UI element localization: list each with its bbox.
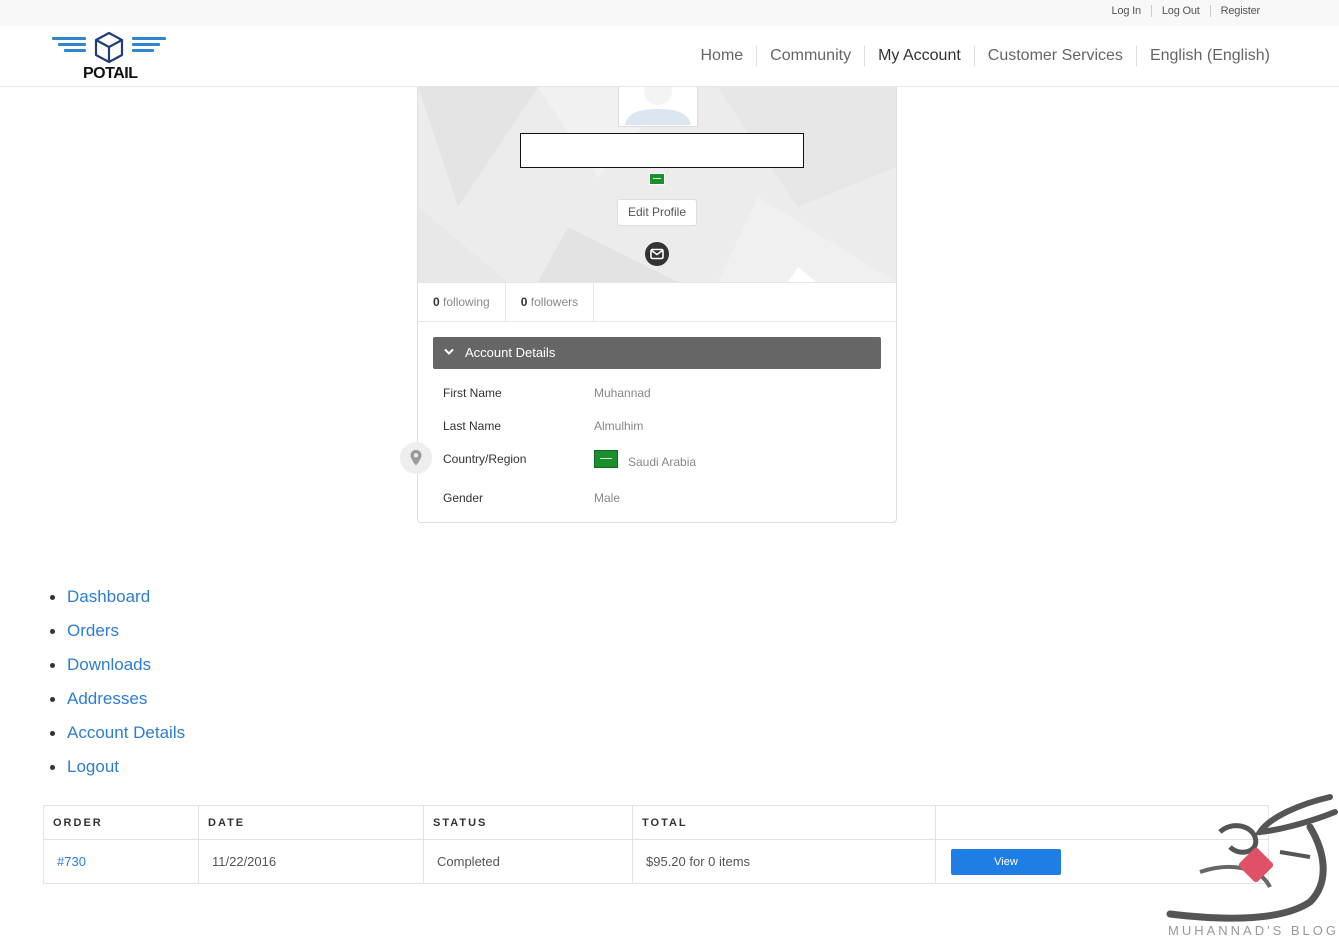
saudi-flag-icon (649, 173, 665, 185)
order-date: 11/22/2016 (198, 839, 424, 884)
nav-home[interactable]: Home (687, 46, 756, 66)
account-navigation: Dashboard Orders Downloads Addresses Acc… (50, 587, 185, 791)
list-item: Orders (50, 621, 185, 655)
field-last-name: Last Name Almulhim (443, 419, 644, 433)
field-country: Country/Region Saudi Arabia (443, 450, 697, 469)
login-link[interactable]: Log In (1101, 5, 1150, 17)
follow-stats: 0 following 0 followers (418, 282, 896, 322)
watermark-text: MUHANNAD'S BLOG (1168, 923, 1339, 937)
order-number-cell: #730 (43, 839, 199, 884)
site-logo[interactable]: POTAIL (50, 31, 168, 83)
nav-customer-services[interactable]: Customer Services (973, 46, 1136, 66)
envelope-icon[interactable] (645, 242, 669, 266)
field-gender: Gender Male (443, 491, 621, 505)
view-order-button[interactable]: View (951, 848, 1061, 875)
user-placeholder-icon (625, 87, 691, 125)
nav-community[interactable]: Community (756, 46, 864, 66)
list-item: Account Details (50, 723, 185, 757)
following-stat[interactable]: 0 following (418, 283, 506, 321)
list-item: Addresses (50, 689, 185, 723)
accordion-title: Account Details (465, 345, 556, 360)
saudi-flag-icon (594, 450, 618, 468)
nav-account-details-link[interactable]: Account Details (67, 723, 185, 742)
account-details-accordion[interactable]: Account Details (433, 337, 881, 369)
followers-stat[interactable]: 0 followers (506, 283, 595, 321)
site-header: POTAIL Home Community My Account Custome… (0, 26, 1339, 87)
chevron-down-icon (444, 348, 454, 355)
auth-links: Log In Log Out Register (1101, 5, 1270, 17)
order-number-link[interactable]: #730 (57, 854, 86, 869)
table-row: #730 11/22/2016 Completed $95.20 for 0 i… (43, 839, 1269, 884)
top-utility-bar: Log In Log Out Register (0, 0, 1339, 26)
nav-logout-link[interactable]: Logout (67, 757, 119, 776)
profile-cover: Edit Profile (418, 87, 896, 282)
list-item: Downloads (50, 655, 185, 689)
logo-wordmark: POTAIL (83, 65, 138, 82)
list-item: Dashboard (50, 587, 185, 621)
order-status: Completed (423, 839, 633, 884)
col-total: TOTAL (632, 805, 936, 840)
logout-link[interactable]: Log Out (1150, 5, 1210, 17)
edit-profile-button[interactable]: Edit Profile (617, 199, 697, 226)
nav-language[interactable]: English (English) (1135, 46, 1270, 66)
col-date: DATE (198, 805, 424, 840)
nav-orders-link[interactable]: Orders (67, 621, 119, 640)
account-fields: First Name Muhannad Last Name Almulhim C… (443, 382, 873, 520)
order-total: $95.20 for 0 items (632, 839, 936, 884)
col-status: STATUS (423, 805, 633, 840)
register-link[interactable]: Register (1209, 5, 1270, 17)
nav-addresses-link[interactable]: Addresses (67, 689, 147, 708)
avatar[interactable] (618, 87, 698, 127)
orders-table: ORDER DATE STATUS TOTAL #730 11/22/2016 … (43, 805, 1269, 884)
nav-downloads-link[interactable]: Downloads (67, 655, 151, 674)
field-first-name: First Name Muhannad (443, 386, 651, 400)
display-name-box (520, 133, 804, 168)
col-order: ORDER (43, 805, 199, 840)
profile-card: Edit Profile 0 following 0 followers Acc… (417, 87, 897, 523)
main-nav: Home Community My Account Customer Servi… (687, 46, 1270, 66)
location-pin-icon (400, 442, 432, 474)
nav-dashboard-link[interactable]: Dashboard (67, 587, 150, 606)
list-item: Logout (50, 757, 185, 791)
nav-my-account[interactable]: My Account (864, 46, 974, 66)
table-header-row: ORDER DATE STATUS TOTAL (43, 805, 1269, 840)
box-wings-logo-icon (52, 31, 166, 64)
